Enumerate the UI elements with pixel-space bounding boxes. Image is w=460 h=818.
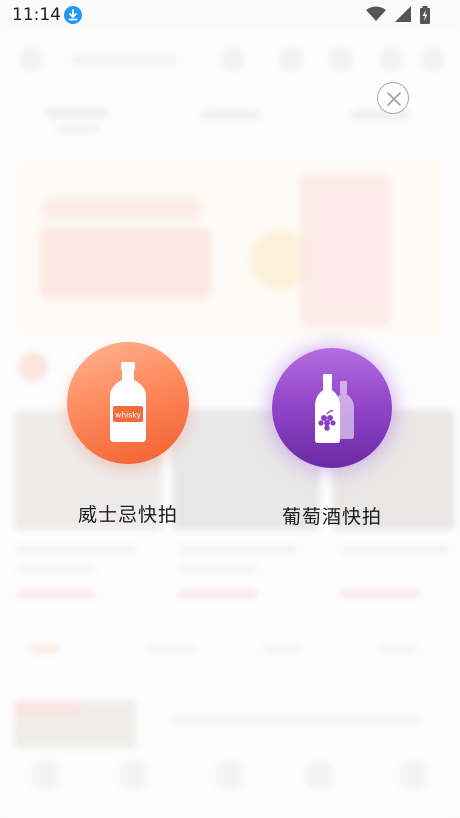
whisky-bottle-label: whisky [115,411,141,420]
signal-icon [394,6,411,22]
wifi-icon [365,6,386,21]
wine-icon-circle[interactable] [272,348,392,468]
whisky-icon-circle[interactable]: whisky [67,342,189,464]
whisky-bottle-icon: whisky [110,362,146,442]
whisky-quick-shot-button[interactable]: whisky 威士忌快拍 [38,342,218,527]
wine-quick-shot-label: 葡萄酒快拍 [281,506,382,528]
download-icon [64,6,82,24]
whisky-quick-shot-label: 威士忌快拍 [77,504,178,526]
system-icons [362,6,430,25]
status-bar: 11:14 [0,0,460,30]
wine-bottles-icon [315,374,354,443]
close-icon [387,92,401,106]
close-button[interactable] [377,82,409,114]
status-time: 11:14 [12,5,61,25]
battery-charging-icon [420,6,430,24]
wine-quick-shot-button[interactable]: 葡萄酒快拍 [242,348,422,529]
